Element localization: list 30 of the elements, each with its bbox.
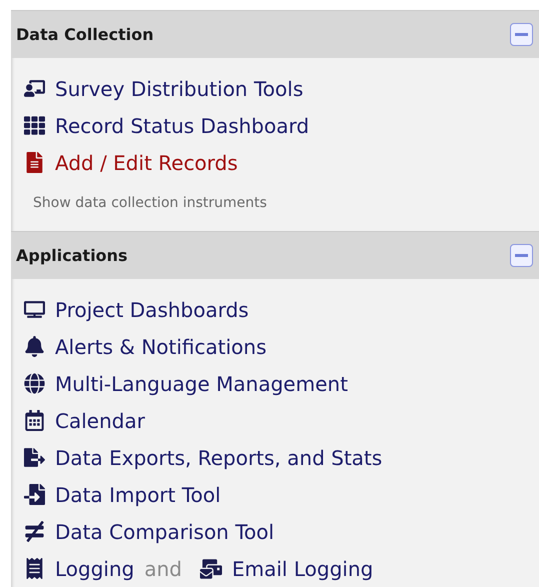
collapse-button[interactable] xyxy=(510,244,533,267)
menu-link[interactable]: Survey Distribution Tools xyxy=(55,76,304,100)
monitor-icon xyxy=(24,299,44,320)
menu-link[interactable]: Data Exports, Reports, and Stats xyxy=(55,446,382,470)
document-icon xyxy=(24,152,44,173)
menu-link[interactable]: Record Status Dashboard xyxy=(55,114,310,138)
menu-link[interactable]: Email Logging xyxy=(232,556,374,580)
not-equal-icon xyxy=(24,521,44,542)
section-title: Data Collection xyxy=(16,25,154,44)
show-instruments-link[interactable]: Show data collection instruments xyxy=(33,195,539,211)
menu-link[interactable]: Data Comparison Tool xyxy=(55,520,274,544)
file-import-icon xyxy=(24,484,44,505)
collapse-button[interactable] xyxy=(510,23,533,46)
receipt-icon xyxy=(24,558,44,579)
menu-link[interactable]: Alerts & Notifications xyxy=(55,334,267,358)
menu-link[interactable]: Add / Edit Records xyxy=(55,150,238,174)
presenter-board-icon xyxy=(24,78,44,99)
grid-icon xyxy=(24,115,44,136)
bell-icon xyxy=(24,336,44,357)
menu-link[interactable]: Calendar xyxy=(55,408,145,432)
file-export-icon xyxy=(24,447,44,468)
menu-link[interactable]: Project Dashboards xyxy=(55,298,249,322)
section-title: Applications xyxy=(16,246,128,265)
globe-icon xyxy=(24,373,44,394)
menu-link[interactable]: Data Import Tool xyxy=(55,482,221,506)
menu-link[interactable]: Logging xyxy=(55,556,134,580)
mail-icon xyxy=(200,558,222,580)
calendar-icon xyxy=(24,410,44,431)
menu-link[interactable]: Multi-Language Management xyxy=(55,372,348,396)
joiner-text: and xyxy=(144,556,182,580)
